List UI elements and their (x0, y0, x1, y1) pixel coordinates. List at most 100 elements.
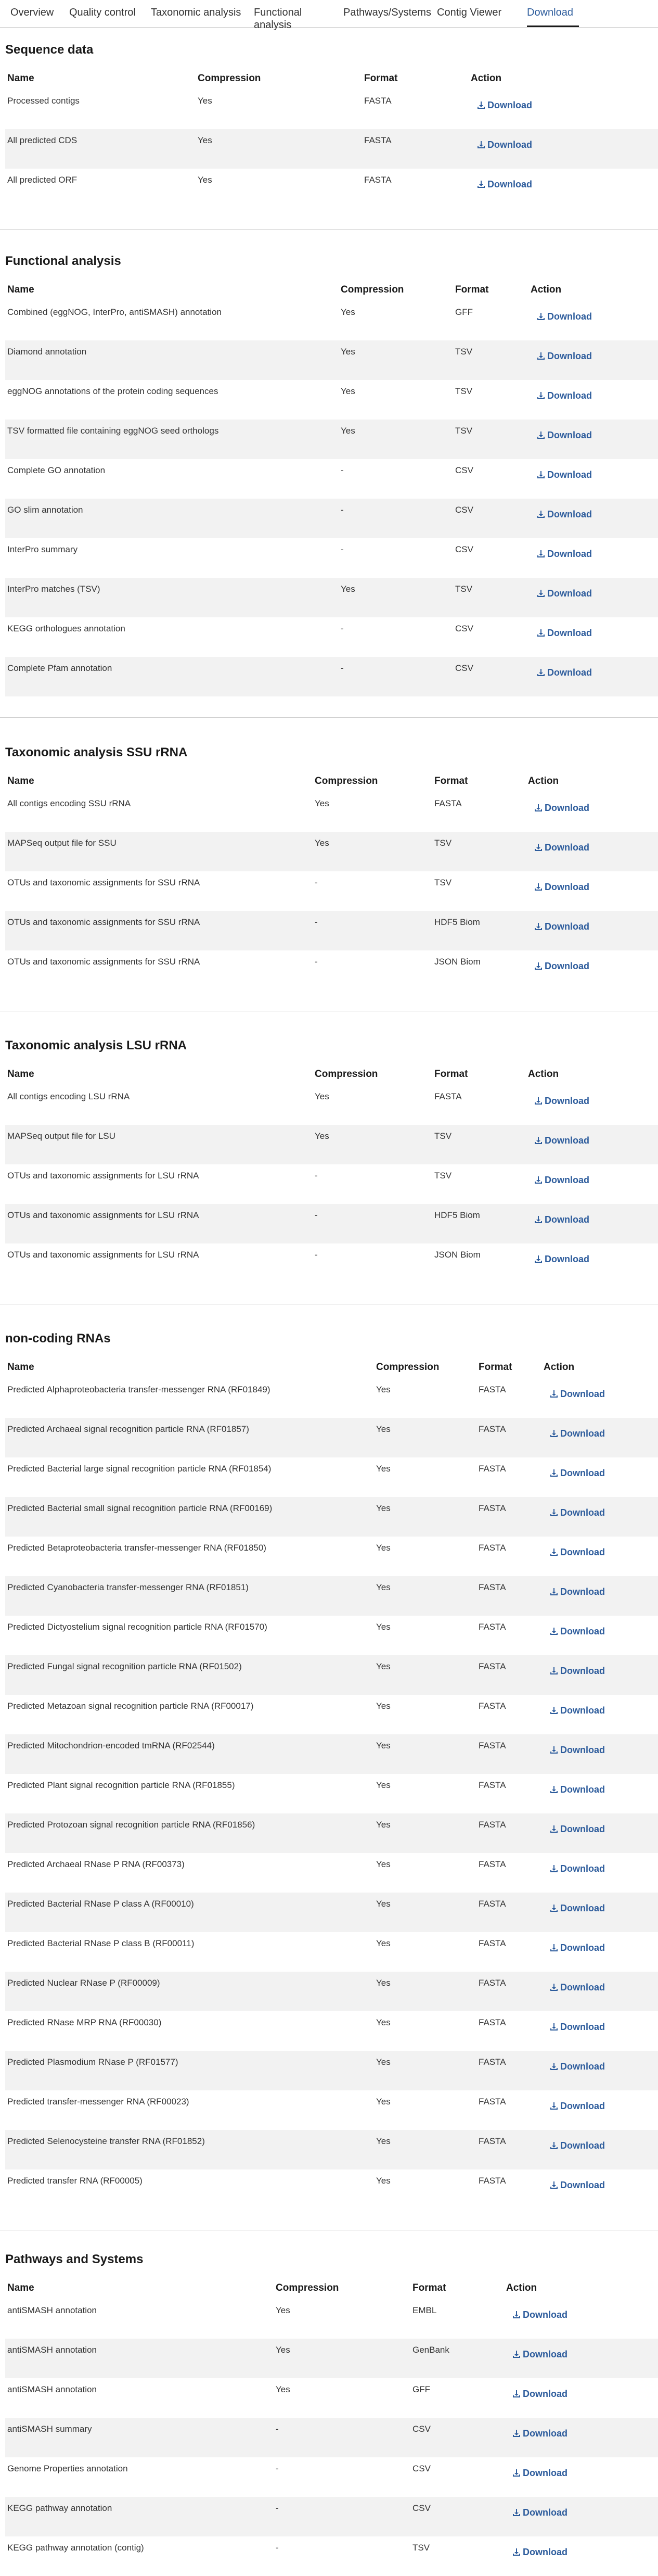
table-row: Predicted Plasmodium RNase P (RF01577) Ye… (5, 2051, 658, 2090)
download-link[interactable]: Download (550, 2022, 605, 2033)
download-link[interactable]: Download (550, 1468, 605, 1479)
tab-functional-analysis[interactable]: Functional analysis (254, 6, 334, 31)
tab-quality-control[interactable]: Quality control (69, 6, 142, 27)
download-link[interactable]: Download (512, 2547, 567, 2558)
download-link[interactable]: Download (550, 1982, 605, 1993)
download-link[interactable]: Download (534, 921, 589, 932)
download-link[interactable]: Download (550, 1587, 605, 1597)
download-link[interactable]: Download (550, 2061, 605, 2072)
row-format: CSV (412, 2424, 431, 2434)
download-link[interactable]: Download (550, 1745, 605, 1756)
download-link[interactable]: Download (534, 1135, 589, 1146)
download-link[interactable]: Download (534, 803, 589, 814)
table-row: OTUs and taxonomic assignments for SSU r… (5, 950, 658, 990)
table-row: Complete GO annotation - CSV Download (5, 459, 658, 499)
tab-contig-viewer[interactable]: Contig Viewer (437, 6, 518, 27)
download-link[interactable]: Download (550, 1863, 605, 1874)
download-link[interactable]: Download (550, 2140, 605, 2151)
row-compression: - (341, 465, 344, 475)
download-link[interactable]: Download (550, 1389, 605, 1400)
download-label: Download (545, 1135, 589, 1146)
download-link[interactable]: Download (550, 1705, 605, 1716)
tab-overview[interactable]: Overview (10, 6, 60, 27)
table-row: Predicted Mitochondrion-encoded tmRNA (R… (5, 1734, 658, 1774)
download-link[interactable]: Download (512, 2309, 567, 2320)
tab-taxonomic-analysis[interactable]: Taxonomic analysis (151, 6, 244, 27)
download-link[interactable]: Download (550, 2101, 605, 2112)
download-link[interactable]: Download (512, 2468, 567, 2479)
row-format: GFF (412, 2384, 430, 2394)
download-label: Download (560, 1666, 605, 1676)
download-link[interactable]: Download (550, 1428, 605, 1439)
download-link[interactable]: Download (550, 1943, 605, 1953)
download-link[interactable]: Download (537, 667, 592, 678)
download-label: Download (560, 1863, 605, 1874)
download-icon (513, 2509, 520, 2516)
download-link[interactable]: Download (537, 430, 592, 441)
download-icon (537, 471, 545, 478)
download-link[interactable]: Download (512, 2349, 567, 2360)
row-format: FASTA (479, 1661, 506, 1671)
download-label: Download (560, 1587, 605, 1597)
row-name: OTUs and taxonomic assignments for LSU r… (7, 1171, 199, 1181)
download-link[interactable]: Download (477, 100, 532, 111)
download-label: Download (560, 1389, 605, 1399)
download-link[interactable]: Download (512, 2428, 567, 2439)
download-link[interactable]: Download (534, 961, 589, 972)
download-link[interactable]: Download (550, 1626, 605, 1637)
download-link[interactable]: Download (534, 842, 589, 853)
row-compression: Yes (376, 1385, 391, 1394)
row-name: OTUs and taxonomic assignments for SSU r… (7, 917, 200, 927)
download-label: Download (487, 139, 532, 150)
row-name: Predicted Archaeal RNase P RNA (RF00373) (7, 1859, 185, 1869)
row-compression: Yes (315, 1092, 329, 1101)
table-row: Predicted Betaproteobacteria transfer-me… (5, 1537, 658, 1576)
download-link[interactable]: Download (550, 1784, 605, 1795)
table-row: Predicted Bacterial RNase P class A (RF0… (5, 1893, 658, 1932)
download-link[interactable]: Download (537, 588, 592, 599)
download-link[interactable]: Download (537, 509, 592, 520)
download-link[interactable]: Download (512, 2507, 567, 2518)
download-link[interactable]: Download (534, 1214, 589, 1225)
download-icon (550, 2102, 558, 2110)
download-link[interactable]: Download (537, 469, 592, 480)
download-link[interactable]: Download (534, 882, 589, 893)
row-format: CSV (455, 465, 473, 475)
table-row: Predicted Plant signal recognition parti… (5, 1774, 658, 1813)
tab-download[interactable]: Download (527, 6, 579, 27)
row-compression: Yes (376, 1978, 391, 1988)
row-format: TSV (434, 1171, 452, 1181)
download-link[interactable]: Download (537, 311, 592, 322)
row-name: Predicted Nuclear RNase P (RF00009) (7, 1978, 160, 1988)
download-link[interactable]: Download (534, 1254, 589, 1265)
row-compression: Yes (198, 135, 212, 145)
download-link[interactable]: Download (537, 628, 592, 639)
download-link[interactable]: Download (550, 2180, 605, 2191)
download-link[interactable]: Download (534, 1096, 589, 1107)
tab-pathways-systems[interactable]: Pathways/Systems (343, 6, 431, 27)
download-link[interactable]: Download (550, 1507, 605, 1518)
row-format: FASTA (434, 798, 462, 808)
download-link[interactable]: Download (550, 1824, 605, 1835)
download-label: Download (560, 2022, 605, 2032)
row-compression: Yes (376, 1464, 391, 1474)
column-header-format: Format (434, 776, 468, 786)
download-link[interactable]: Download (512, 2389, 567, 2400)
download-link[interactable]: Download (477, 139, 532, 150)
table-row: antiSMASH summary - CSV Download (5, 2418, 658, 2457)
download-link[interactable]: Download (537, 351, 592, 362)
download-link[interactable]: Download (477, 179, 532, 190)
table-row: MAPSeq output file for LSU Yes TSV Download (5, 1125, 658, 1164)
row-name: InterPro matches (TSV) (7, 584, 100, 594)
download-link[interactable]: Download (537, 549, 592, 560)
download-label: Download (560, 1507, 605, 1518)
row-name: Predicted Bacterial RNase P class A (RF0… (7, 1899, 194, 1909)
download-link[interactable]: Download (537, 390, 592, 401)
download-link[interactable]: Download (550, 1547, 605, 1558)
download-link[interactable]: Download (550, 1666, 605, 1677)
table-row: KEGG pathway annotation - CSV Download (5, 2497, 658, 2536)
download-label: Download (547, 549, 592, 559)
download-link[interactable]: Download (534, 1175, 589, 1186)
section-title: Functional analysis (5, 254, 121, 268)
download-link[interactable]: Download (550, 1903, 605, 1914)
